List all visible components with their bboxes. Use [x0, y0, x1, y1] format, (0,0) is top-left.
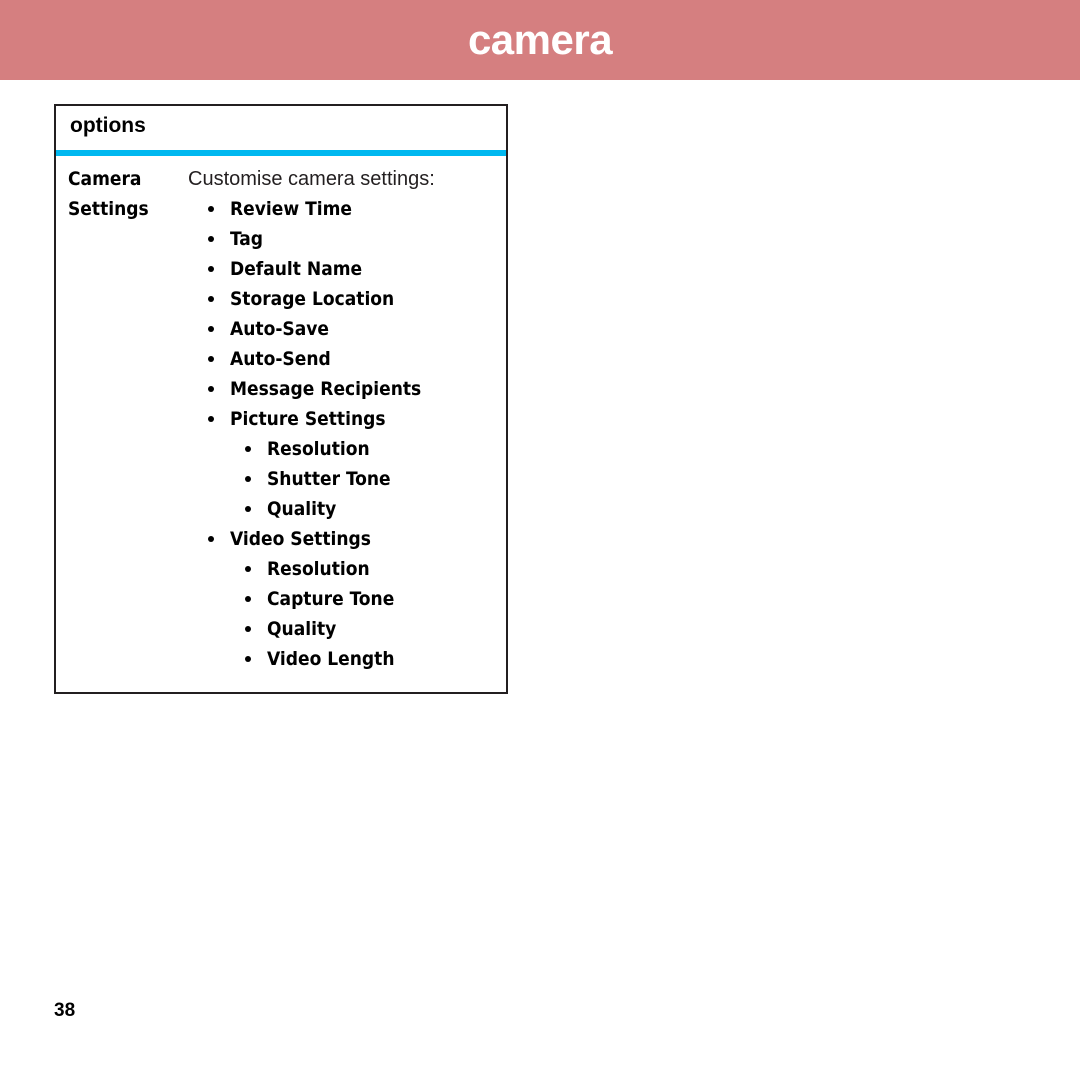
- settings-list-item-label: Resolution: [267, 558, 370, 580]
- settings-list-item-label: Storage Location: [230, 288, 395, 310]
- settings-list-item: Review Time: [188, 194, 498, 224]
- settings-list-item: Tag: [188, 224, 498, 254]
- settings-list-item-label: Video Settings: [230, 528, 371, 550]
- camera-settings-list: Review Time Tag Default Name Storage Locati…: [188, 194, 498, 674]
- options-table: options Camera Settings Customise camera…: [54, 104, 508, 694]
- settings-list-item: Video Length: [188, 644, 498, 674]
- settings-list-item-label: Quality: [267, 618, 337, 640]
- bullet-icon: [208, 266, 214, 272]
- page-banner: camera: [0, 0, 1080, 80]
- settings-list-item-label: Video Length: [267, 648, 395, 670]
- settings-list-item-label: Default Name: [230, 258, 363, 280]
- settings-list-item-label: Review Time: [230, 198, 353, 220]
- settings-list-item-label: Message Recipients: [230, 378, 422, 400]
- option-name-line-2: Settings: [68, 198, 149, 220]
- settings-list-item-label: Tag: [230, 228, 263, 250]
- bullet-icon: [245, 626, 251, 632]
- settings-list-item-label: Shutter Tone: [267, 468, 391, 490]
- option-name-cell: Camera Settings: [56, 164, 188, 674]
- settings-list-item: Picture Settings: [188, 404, 498, 434]
- option-description-intro: Customise camera settings:: [188, 168, 435, 190]
- settings-list-item: Video Settings: [188, 524, 498, 554]
- settings-list-item: Capture Tone: [188, 584, 498, 614]
- option-description-cell: Customise camera settings: Review Time Ta…: [188, 164, 506, 674]
- page-number: 38: [54, 1000, 76, 1021]
- bullet-icon: [208, 326, 214, 332]
- settings-list-item: Storage Location: [188, 284, 498, 314]
- page-title: camera: [467, 16, 613, 63]
- bullet-icon: [245, 506, 251, 512]
- bullet-icon: [245, 566, 251, 572]
- settings-list-item: Auto-Save: [188, 314, 498, 344]
- settings-list-item: Resolution: [188, 554, 498, 584]
- bullet-icon: [208, 206, 214, 212]
- settings-list-item: Quality: [188, 494, 498, 524]
- options-table-header: options: [56, 106, 506, 150]
- bullet-icon: [245, 446, 251, 452]
- settings-list-item-label: Auto-Send: [230, 348, 331, 370]
- settings-list-item: Quality: [188, 614, 498, 644]
- bullet-icon: [208, 356, 214, 362]
- bullet-icon: [208, 536, 214, 542]
- options-header-label: options: [70, 114, 146, 137]
- settings-list-item-label: Capture Tone: [267, 588, 395, 610]
- bullet-icon: [208, 296, 214, 302]
- settings-list-item-label: Auto-Save: [230, 318, 329, 340]
- settings-list-item-label: Resolution: [267, 438, 370, 460]
- bullet-icon: [208, 236, 214, 242]
- settings-list-item-label: Picture Settings: [230, 408, 386, 430]
- settings-list-item: Shutter Tone: [188, 464, 498, 494]
- settings-list-item-label: Quality: [267, 498, 337, 520]
- settings-list-item: Default Name: [188, 254, 498, 284]
- settings-list-item: Auto-Send: [188, 344, 498, 374]
- bullet-icon: [208, 386, 214, 392]
- settings-list-item: Resolution: [188, 434, 498, 464]
- bullet-icon: [245, 476, 251, 482]
- settings-list-item: Message Recipients: [188, 374, 498, 404]
- bullet-icon: [245, 596, 251, 602]
- bullet-icon: [245, 656, 251, 662]
- bullet-icon: [208, 416, 214, 422]
- option-name-line-1: Camera: [68, 168, 142, 190]
- options-table-row: Camera Settings Customise camera setting…: [56, 156, 506, 692]
